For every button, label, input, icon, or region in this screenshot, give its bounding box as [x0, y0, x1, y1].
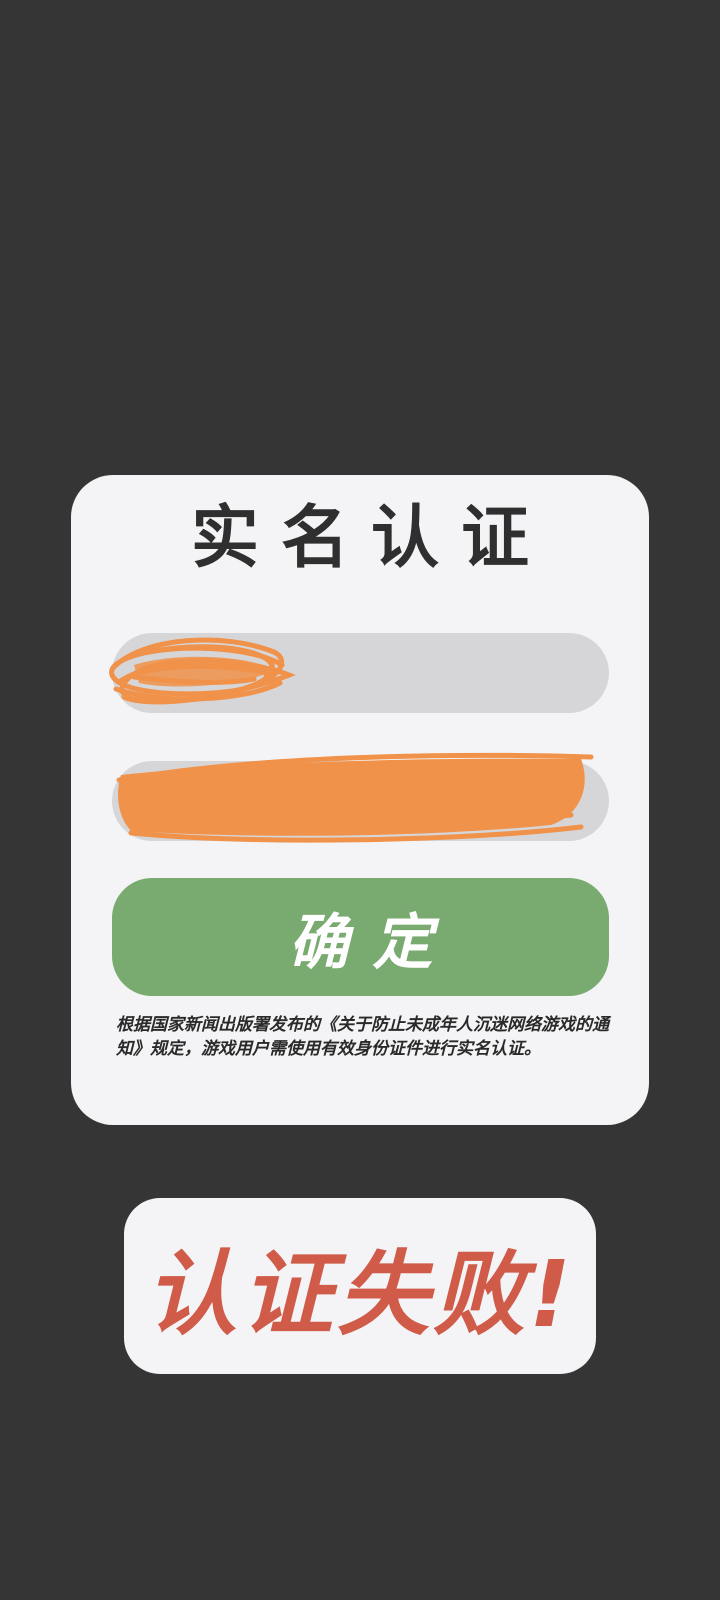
- anti-addiction-notice: 根据国家新闻出版署发布的《关于防止未成年人沉迷网络游戏的通知》规定，游戏用户需使…: [116, 1015, 609, 1059]
- confirm-button[interactable]: 确定: [112, 878, 609, 996]
- dialog-title: 实名认证: [190, 499, 551, 578]
- id-number-input[interactable]: [112, 761, 609, 841]
- real-name-auth-dialog: 实名认证 确定 根据国家新闻出版署发布的《关于防止未成年人沉迷网络游戏的通知》规…: [71, 475, 649, 1125]
- name-input[interactable]: [112, 633, 609, 713]
- screen: 实名认证 确定 根据国家新闻出版署发布的《关于防止未成年人沉迷网络游戏的通知》规…: [0, 0, 720, 1600]
- auth-failed-banner: 认证失败!: [124, 1198, 596, 1374]
- auth-failed-message: 认证失败!: [145, 1240, 575, 1348]
